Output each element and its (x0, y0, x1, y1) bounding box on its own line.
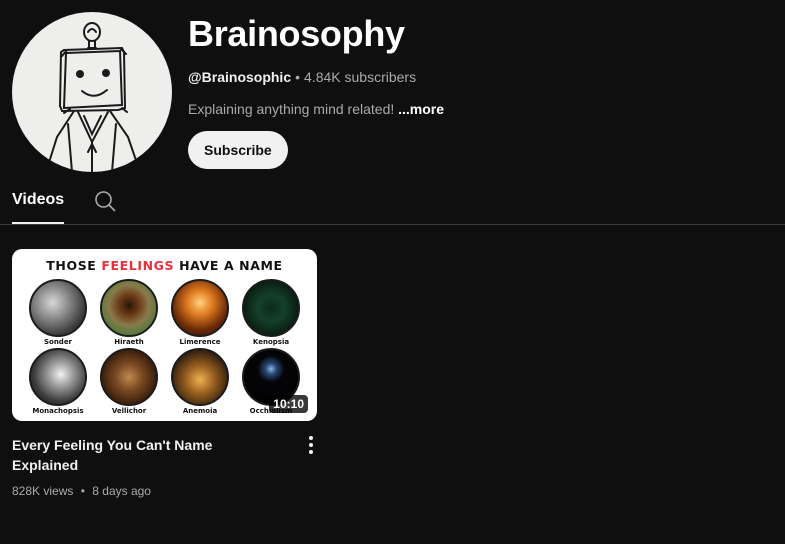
channel-avatar[interactable] (12, 12, 172, 172)
feeling-label-kenopsia: Kenopsia (252, 338, 290, 346)
feeling-label-vellichor: Vellichor (111, 407, 147, 415)
headline-word: HAVE A NAME (179, 258, 283, 273)
feeling-label-sonder: Sonder (43, 338, 73, 346)
feeling-label-hiraeth: Hiraeth (114, 338, 144, 346)
channel-meta: @Brainosophic • 4.84K subscribers (188, 67, 444, 87)
video-card[interactable]: THOSE FEELINGS HAVE A NAME Sonder Hiraet… (12, 249, 317, 500)
feeling-label-anemoia: Anemoia (182, 407, 218, 415)
tab-videos[interactable]: Videos (12, 182, 65, 224)
feeling-image-sonder (29, 279, 87, 337)
feeling-label-monachopsis: Monachopsis (32, 407, 84, 415)
description-text: Explaining anything mind related! (188, 101, 395, 117)
video-thumbnail[interactable]: THOSE FEELINGS HAVE A NAME Sonder Hiraet… (12, 249, 317, 421)
feeling-image-monachopsis (29, 348, 87, 406)
video-meta: 828K views • 8 days ago (12, 482, 317, 500)
feeling-label-limerence: Limerence (179, 338, 221, 346)
subscribe-button[interactable]: Subscribe (188, 131, 288, 169)
channel-handle: @Brainosophic (188, 69, 292, 85)
thumbnail-headline: THOSE FEELINGS HAVE A NAME (12, 258, 317, 273)
search-icon[interactable] (93, 189, 117, 213)
channel-tabs: Videos (0, 182, 785, 225)
meta-separator: • (80, 484, 85, 498)
channel-description: Explaining anything mind related! ...mor… (188, 99, 444, 119)
feeling-image-kenopsia (242, 279, 300, 337)
headline-word: THOSE (46, 258, 97, 273)
subscriber-count: 4.84K subscribers (304, 69, 417, 85)
meta-separator: • (295, 69, 301, 85)
duration-badge: 10:10 (269, 395, 308, 413)
upload-age: 8 days ago (92, 484, 151, 498)
view-count: 828K views (12, 484, 74, 498)
feeling-image-anemoia (171, 348, 229, 406)
feeling-image-limerence (171, 279, 229, 337)
doodle-robot-avatar-icon (45, 22, 141, 172)
video-title[interactable]: Every Feeling You Can't Name Explained (12, 435, 282, 475)
feeling-image-vellichor (100, 348, 158, 406)
channel-name: Brainosophy (188, 13, 405, 54)
channel-info: Brainosophy @Brainosophic • 4.84K subscrib… (188, 14, 444, 169)
description-more-link[interactable]: ...more (398, 101, 444, 117)
feeling-image-hiraeth (100, 279, 158, 337)
headline-accent-word: FEELINGS (101, 258, 175, 273)
more-vertical-icon[interactable] (305, 435, 317, 455)
